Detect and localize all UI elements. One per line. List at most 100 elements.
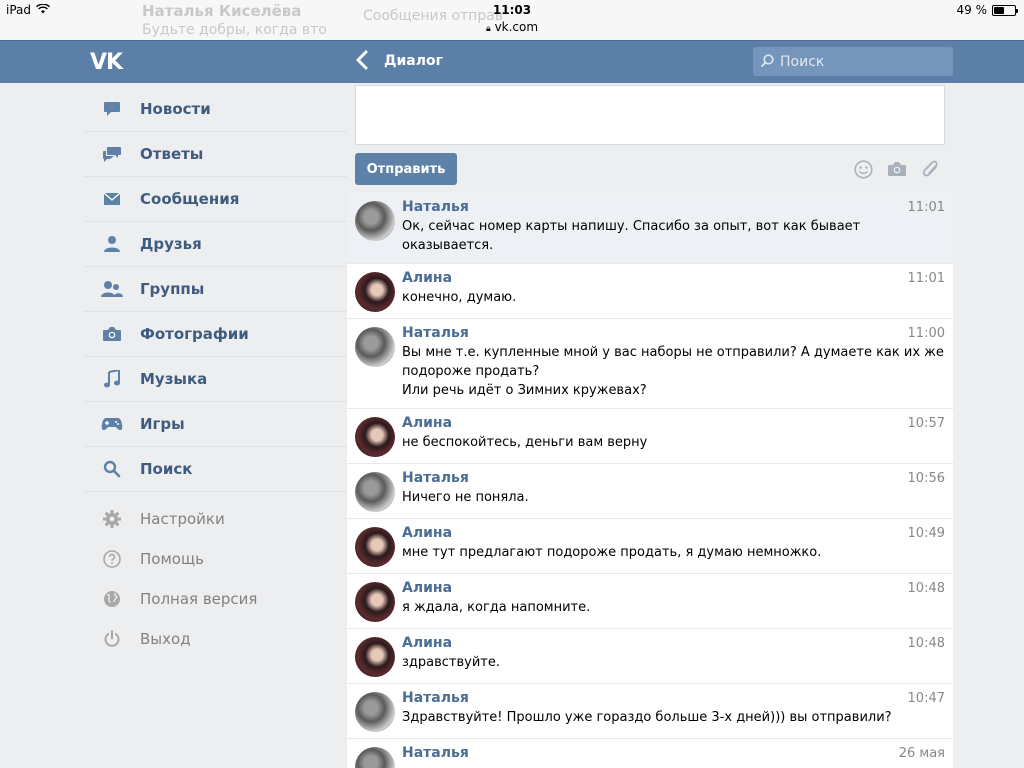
sidebar-item-music[interactable]: Музыка [84, 357, 347, 402]
vk-logo[interactable]: VK [90, 50, 123, 75]
avatar[interactable] [355, 582, 395, 622]
message-text: здравствуйте. [402, 655, 501, 670]
sidebar-item-label: Друзья [140, 235, 202, 253]
emoji-icon[interactable] [853, 159, 873, 179]
power-icon [84, 630, 140, 648]
message-time: 11:01 [907, 200, 945, 215]
message-composer: Отправить [347, 83, 953, 193]
message-item[interactable]: Алина 10:48 я ждала, когда напомните. [347, 574, 953, 629]
avatar[interactable] [355, 472, 395, 512]
battery-icon [992, 4, 1018, 16]
envelope-icon [84, 192, 140, 206]
battery-percent: 49 % [956, 3, 988, 17]
message-author[interactable]: Алина [402, 580, 945, 596]
status-right: 49 % [956, 3, 1018, 17]
sidebar-item-label: Поиск [140, 460, 193, 478]
message-time: 10:57 [907, 416, 945, 431]
message-author[interactable]: Наталья [402, 690, 945, 706]
sidebar-item-full-version[interactable]: Полная версия [84, 579, 347, 619]
sidebar-item-friends[interactable]: Друзья [84, 222, 347, 267]
message-time: 26 мая [898, 746, 945, 761]
message-input[interactable] [355, 85, 945, 145]
globe-icon [84, 590, 140, 608]
message-author[interactable]: Наталья [402, 325, 945, 341]
sidebar-item-label: Новости [140, 100, 211, 118]
sidebar-item-messages[interactable]: Сообщения [84, 177, 347, 222]
camera-icon [84, 326, 140, 342]
avatar[interactable] [355, 527, 395, 567]
sidebar-item-news[interactable]: Новости [84, 87, 347, 132]
sidebar-item-label: Ответы [140, 145, 204, 163]
message-item[interactable]: Наталья 10:56 Ничего не поняла. [347, 464, 953, 519]
sidebar-item-replies[interactable]: Ответы [84, 132, 347, 177]
message-author[interactable]: Наталья [402, 470, 945, 486]
avatar[interactable] [355, 637, 395, 677]
message-item[interactable]: Алина 10:48 здравствуйте. [347, 629, 953, 684]
avatar[interactable] [355, 417, 395, 457]
message-list: Наталья 11:01 Ок, сейчас номер карты нап… [347, 193, 953, 768]
search-icon [84, 460, 140, 478]
sidebar-item-search[interactable]: Поиск [84, 447, 347, 492]
message-text: не беспокойтесь, деньги вам верну [402, 435, 648, 450]
message-time: 11:01 [907, 271, 945, 286]
paperclip-icon[interactable] [921, 159, 941, 179]
message-author[interactable]: Алина [402, 415, 945, 431]
sidebar-item-label: Выход [140, 630, 191, 648]
user-icon [84, 235, 140, 253]
message-item[interactable]: Наталья 10:47 Здравствуйте! Прошло уже г… [347, 684, 953, 739]
message-time: 10:47 [907, 691, 945, 706]
message-text: конечно, думаю. [402, 290, 517, 305]
address-url[interactable]: 🔒︎ vk.com [0, 20, 1024, 34]
message-text: мне тут предлагают подороже продать, я д… [402, 545, 822, 560]
message-author[interactable]: Алина [402, 635, 945, 651]
message-item[interactable]: Наталья 26 мая [347, 739, 953, 768]
avatar[interactable] [355, 272, 395, 312]
sidebar-item-settings[interactable]: Настройки [84, 499, 347, 539]
sidebar-item-label: Сообщения [140, 190, 240, 208]
search-box[interactable] [753, 47, 953, 76]
message-author[interactable]: Наталья [402, 199, 945, 215]
sidebar-item-photos[interactable]: Фотографии [84, 312, 347, 357]
message-time: 10:49 [907, 526, 945, 541]
status-time: 11:03 [492, 3, 532, 17]
gear-icon [84, 510, 140, 528]
message-time: 10:48 [907, 636, 945, 651]
message-time: 10:56 [907, 471, 945, 486]
url-text: vk.com [494, 20, 539, 34]
search-icon [761, 52, 774, 71]
message-author[interactable]: Алина [402, 270, 945, 286]
message-item[interactable]: Наталья 11:01 Ок, сейчас номер карты нап… [347, 193, 953, 264]
avatar[interactable] [355, 747, 395, 768]
message-time: 10:48 [907, 581, 945, 596]
news-icon [84, 101, 140, 117]
replies-icon [84, 146, 140, 162]
sidebar-item-label: Группы [140, 280, 205, 298]
message-author[interactable]: Наталья [402, 745, 945, 761]
message-item[interactable]: Алина 10:57 не беспокойтесь, деньги вам … [347, 409, 953, 464]
back-chevron-icon[interactable] [355, 49, 369, 77]
sidebar-item-help[interactable]: Помощь [84, 539, 347, 579]
sidebar-item-label: Помощь [140, 550, 204, 568]
sidebar: Новости Ответы Сообщения Друзья Группы Ф… [84, 87, 347, 659]
sidebar-item-logout[interactable]: Выход [84, 619, 347, 659]
message-text: Ок, сейчас номер карты напишу. Спасибо з… [402, 219, 861, 253]
sidebar-item-groups[interactable]: Группы [84, 267, 347, 312]
message-item[interactable]: Алина 10:49 мне тут предлагают подороже … [347, 519, 953, 574]
camera-icon[interactable] [887, 159, 907, 179]
avatar[interactable] [355, 201, 395, 241]
sidebar-item-label: Настройки [140, 510, 225, 528]
avatar[interactable] [355, 692, 395, 732]
message-item[interactable]: Алина 11:01 конечно, думаю. [347, 264, 953, 319]
search-input[interactable] [780, 53, 940, 70]
sidebar-item-label: Музыка [140, 370, 208, 388]
message-text: Вы мне т.е. купленные мной у вас наборы … [402, 345, 944, 398]
help-icon [84, 550, 140, 568]
message-author[interactable]: Алина [402, 525, 945, 541]
sidebar-item-label: Фотографии [140, 325, 249, 343]
message-item[interactable]: Наталья 11:00 Вы мне т.е. купленные мной… [347, 319, 953, 409]
send-button[interactable]: Отправить [355, 153, 457, 185]
sidebar-item-games[interactable]: Игры [84, 402, 347, 447]
avatar[interactable] [355, 327, 395, 367]
message-text: Ничего не поняла. [402, 490, 529, 505]
message-text: Здравствуйте! Прошло уже гораздо больше … [402, 710, 892, 725]
